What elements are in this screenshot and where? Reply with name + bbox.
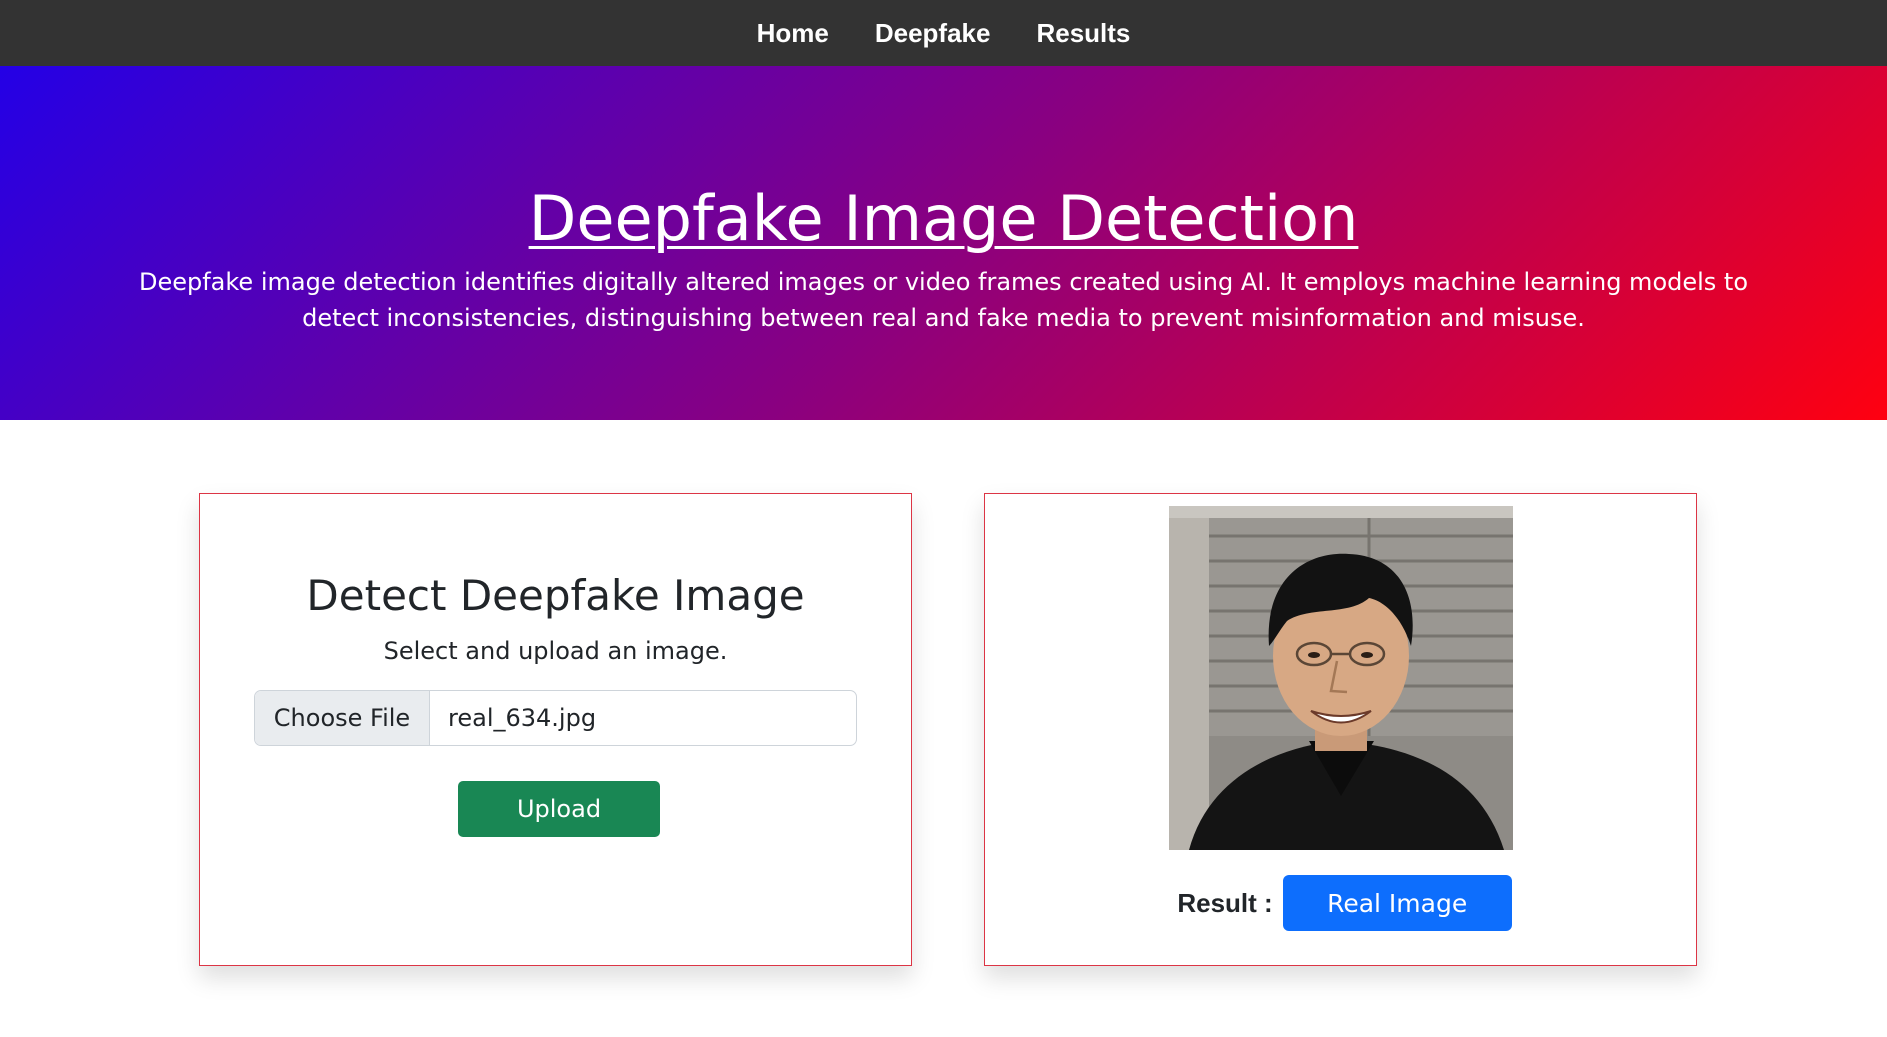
page-title: Deepfake Image Detection bbox=[528, 182, 1359, 255]
hero-banner: Deepfake Image Detection Deepfake image … bbox=[0, 66, 1887, 420]
file-input[interactable]: Choose File real_634.jpg bbox=[254, 690, 857, 746]
selected-file-name: real_634.jpg bbox=[448, 704, 597, 732]
choose-file-button[interactable]: Choose File bbox=[255, 691, 430, 745]
main-content: Detect Deepfake Image Select and upload … bbox=[0, 420, 1887, 1037]
upload-card-subtitle: Select and upload an image. bbox=[383, 637, 728, 666]
hero-description: Deepfake image detection identifies digi… bbox=[138, 268, 1749, 333]
result-badge[interactable]: Real Image bbox=[1282, 875, 1512, 931]
portrait-photo-icon bbox=[1169, 506, 1513, 850]
result-label: Result : bbox=[1177, 887, 1273, 918]
nav-home-link[interactable]: Home bbox=[757, 18, 829, 49]
upload-button[interactable]: Upload bbox=[458, 781, 660, 837]
uploaded-image-preview bbox=[1169, 506, 1513, 850]
upload-card-title: Detect Deepfake Image bbox=[306, 571, 805, 620]
nav-results-link[interactable]: Results bbox=[1036, 18, 1130, 49]
top-navbar: Home Deepfake Results bbox=[0, 0, 1887, 66]
upload-card: Detect Deepfake Image Select and upload … bbox=[199, 493, 912, 966]
result-row: Result : Real Image bbox=[985, 875, 1696, 931]
result-card: Result : Real Image bbox=[984, 493, 1697, 966]
nav-deepfake-link[interactable]: Deepfake bbox=[875, 18, 991, 49]
